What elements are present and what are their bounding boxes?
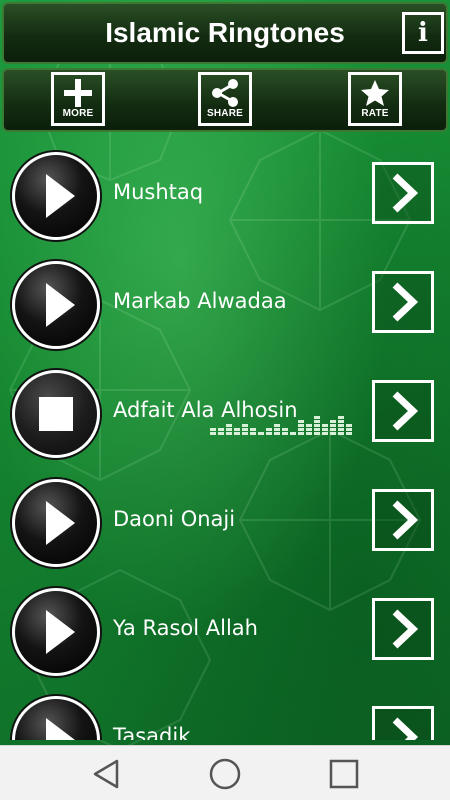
play-button[interactable] bbox=[12, 588, 100, 676]
stop-button[interactable] bbox=[12, 370, 100, 458]
share-icon bbox=[212, 79, 238, 107]
list-item[interactable]: Mushtaq bbox=[0, 144, 450, 244]
rate-label: RATE bbox=[361, 108, 389, 119]
chevron-right-icon bbox=[392, 609, 419, 649]
ringtone-title: Tasadik bbox=[113, 724, 191, 740]
stop-icon bbox=[39, 397, 73, 431]
chevron-right-icon bbox=[392, 500, 419, 540]
rate-button[interactable]: RATE bbox=[348, 72, 402, 126]
plus-icon bbox=[64, 79, 92, 107]
chevron-right-icon bbox=[392, 173, 419, 213]
play-button[interactable] bbox=[12, 152, 100, 240]
play-icon bbox=[46, 501, 75, 545]
chevron-right-icon bbox=[392, 391, 419, 431]
info-icon: i bbox=[418, 18, 428, 48]
back-icon bbox=[93, 759, 119, 789]
play-icon bbox=[46, 283, 75, 327]
ringtone-list[interactable]: Mushtaq Markab Alwadaa Adfait Ala Alhosi… bbox=[0, 136, 450, 740]
play-icon bbox=[46, 174, 75, 218]
ringtone-title: Markab Alwadaa bbox=[113, 289, 287, 313]
nav-home-button[interactable] bbox=[195, 746, 255, 800]
more-label: MORE bbox=[62, 108, 94, 119]
nav-back-button[interactable] bbox=[77, 746, 137, 800]
play-button[interactable] bbox=[12, 261, 100, 349]
nav-recents-button[interactable] bbox=[314, 746, 374, 800]
home-icon bbox=[209, 758, 241, 790]
system-navigation-bar bbox=[0, 745, 450, 800]
share-button[interactable]: SHARE bbox=[198, 72, 252, 126]
chevron-right-icon bbox=[392, 717, 419, 740]
star-icon bbox=[361, 80, 389, 106]
ringtone-title: Daoni Onaji bbox=[113, 507, 236, 531]
info-button[interactable]: i bbox=[402, 12, 444, 54]
details-button[interactable] bbox=[372, 271, 434, 333]
list-item[interactable]: Ya Rasol Allah bbox=[0, 580, 450, 680]
details-button[interactable] bbox=[372, 598, 434, 660]
play-icon bbox=[46, 718, 75, 740]
play-button[interactable] bbox=[12, 696, 100, 740]
list-item-playing[interactable]: Adfait Ala Alhosin bbox=[0, 362, 450, 462]
recents-icon bbox=[329, 759, 359, 789]
list-item[interactable]: Markab Alwadaa bbox=[0, 253, 450, 353]
share-label: SHARE bbox=[206, 108, 243, 119]
details-button[interactable] bbox=[372, 489, 434, 551]
details-button[interactable] bbox=[372, 380, 434, 442]
list-item[interactable]: Tasadik bbox=[0, 688, 450, 740]
app-title: Islamic Ringtones bbox=[105, 17, 345, 48]
list-item[interactable]: Daoni Onaji bbox=[0, 471, 450, 571]
chevron-right-icon bbox=[392, 282, 419, 322]
more-button[interactable]: MORE bbox=[51, 72, 105, 126]
play-button[interactable] bbox=[12, 479, 100, 567]
details-button[interactable] bbox=[372, 162, 434, 224]
play-icon bbox=[46, 610, 75, 654]
equalizer-icon bbox=[210, 416, 352, 435]
details-button[interactable] bbox=[372, 706, 434, 740]
ringtone-title: Mushtaq bbox=[113, 180, 204, 204]
ringtone-title: Ya Rasol Allah bbox=[113, 616, 258, 640]
